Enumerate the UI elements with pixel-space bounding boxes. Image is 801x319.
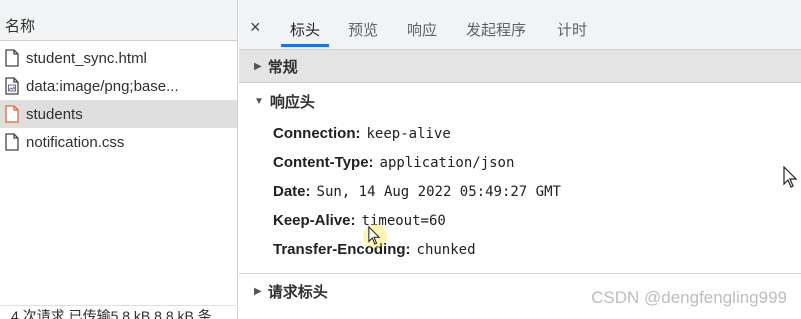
header-name: Date: xyxy=(273,183,311,200)
mouse-cursor-icon xyxy=(783,166,797,188)
request-name: notification.css xyxy=(26,133,125,151)
response-headers-section-header[interactable]: ▼ 响应头 xyxy=(239,83,801,119)
name-column-header[interactable]: 名称 xyxy=(0,0,237,41)
status-bar: 4 次请求 已传输5.8 kB 8.8 kB 条 xyxy=(0,305,238,319)
header-row: Content-Type: application/json xyxy=(239,148,801,177)
request-headers-label: 请求标头 xyxy=(267,283,328,301)
header-row: Connection: keep-alive xyxy=(239,119,801,148)
header-name: Connection: xyxy=(273,125,361,142)
mouse-cursor-icon xyxy=(368,226,380,245)
request-row[interactable]: notification.css xyxy=(0,128,237,156)
request-detail-panel: × 标头 预览 响应 发起程序 计时 ▶ 常规 ▼ 响应头 Connection… xyxy=(239,0,801,319)
header-name: Content-Type: xyxy=(273,154,374,171)
document-icon xyxy=(5,105,19,123)
tab-preview[interactable]: 预览 xyxy=(348,19,378,40)
request-name: data:image/png;base... xyxy=(26,77,179,95)
header-value: Sun, 14 Aug 2022 05:49:27 GMT xyxy=(316,183,561,200)
tab-response[interactable]: 响应 xyxy=(407,19,437,40)
tab-initiator[interactable]: 发起程序 xyxy=(466,19,526,40)
request-row-selected[interactable]: students xyxy=(0,100,237,128)
expand-triangle-icon: ▶ xyxy=(254,60,262,72)
header-value: chunked xyxy=(416,241,476,258)
request-list: student_sync.html data:image/png;base...… xyxy=(0,44,237,156)
request-name: student_sync.html xyxy=(26,49,147,67)
request-name: students xyxy=(26,105,83,123)
image-file-icon xyxy=(5,77,19,95)
collapse-triangle-icon: ▼ xyxy=(254,95,264,107)
watermark: CSDN @dengfengling999 xyxy=(591,288,787,307)
response-headers-label: 响应头 xyxy=(269,93,315,111)
header-row: Keep-Alive: timeout=60 xyxy=(239,206,801,235)
document-icon xyxy=(5,49,19,67)
request-list-panel: 名称 student_sync.html data:image/png;base… xyxy=(0,0,238,319)
header-name: Keep-Alive: xyxy=(273,212,356,229)
request-row[interactable]: data:image/png;base... xyxy=(0,72,237,100)
tab-timing[interactable]: 计时 xyxy=(557,19,587,40)
request-row[interactable]: student_sync.html xyxy=(0,44,237,72)
detail-tabbar: × 标头 预览 响应 发起程序 计时 xyxy=(239,0,801,50)
header-row: Date: Sun, 14 Aug 2022 05:49:27 GMT xyxy=(239,177,801,206)
expand-triangle-icon: ▶ xyxy=(254,285,262,297)
header-name: Transfer-Encoding: xyxy=(273,241,411,258)
close-icon[interactable]: × xyxy=(250,18,261,36)
general-section-header[interactable]: ▶ 常规 xyxy=(239,50,801,83)
document-icon xyxy=(5,133,19,151)
header-value: keep-alive xyxy=(366,125,451,142)
header-value: application/json xyxy=(379,154,515,171)
tab-headers[interactable]: 标头 xyxy=(290,19,320,40)
click-highlight xyxy=(363,224,387,248)
header-row: Transfer-Encoding: chunked xyxy=(239,235,801,264)
active-tab-indicator xyxy=(281,44,329,47)
general-section-label: 常规 xyxy=(267,58,298,76)
